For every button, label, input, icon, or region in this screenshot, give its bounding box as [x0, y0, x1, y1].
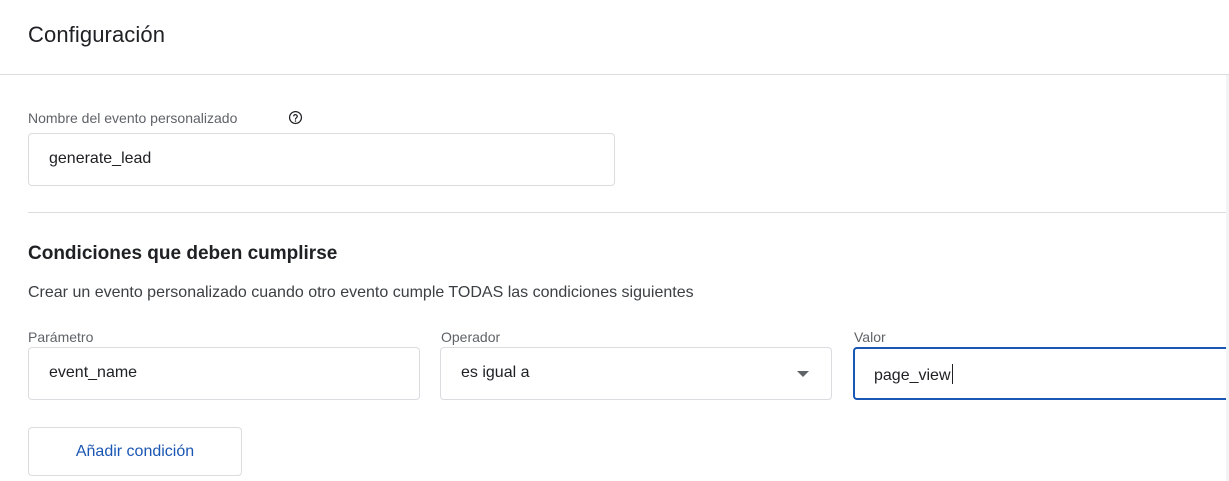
parameter-value: event_name — [49, 364, 138, 381]
value-label: Valor — [854, 329, 886, 345]
value-text: page_view — [874, 367, 951, 384]
conditions-title: Condiciones que deben cumplirse — [28, 243, 338, 264]
panel-header: Configuración — [0, 0, 1229, 75]
conditions-description: Crear un evento personalizado cuando otr… — [28, 284, 694, 301]
operator-select[interactable]: es igual a — [440, 347, 832, 400]
text-caret — [951, 364, 953, 384]
value-input-text: page_view — [874, 364, 953, 385]
event-name-value: generate_lead — [49, 150, 152, 167]
page-title: Configuración — [28, 22, 166, 47]
add-condition-button[interactable]: Añadir condición — [28, 427, 242, 476]
section-divider — [28, 212, 1229, 213]
help-circle-icon[interactable] — [288, 110, 303, 125]
dropdown-arrow-icon — [797, 371, 809, 377]
operator-label: Operador — [441, 329, 501, 345]
configuration-panel: Configuración Nombre del evento personal… — [0, 0, 1229, 481]
operator-value: es igual a — [461, 364, 530, 381]
value-input[interactable]: page_view — [853, 347, 1229, 400]
event-name-input[interactable]: generate_lead — [28, 133, 615, 186]
parameter-input[interactable]: event_name — [28, 347, 420, 400]
event-name-label: Nombre del evento personalizado — [28, 110, 238, 126]
parameter-label: Parámetro — [28, 329, 94, 345]
